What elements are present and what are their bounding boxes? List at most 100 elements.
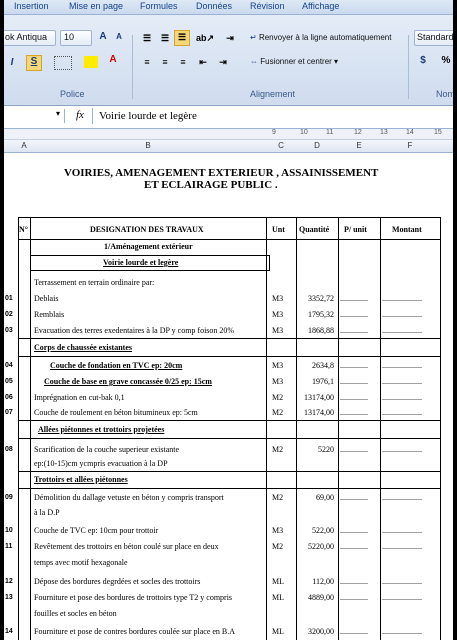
font-size-value: 10 [64, 32, 75, 42]
row-designation: Couche de base en grave concassée 0/25 e… [44, 377, 212, 386]
group-separator [132, 35, 133, 99]
column-header-b[interactable]: B [30, 141, 266, 150]
row-amount: .................... [382, 377, 422, 386]
increase-indent-icon[interactable]: ⇥ [216, 56, 230, 68]
grid-line [266, 217, 267, 640]
grid-line [18, 420, 441, 421]
number-format-select[interactable]: Standard [414, 30, 453, 46]
borders-icon[interactable] [54, 56, 72, 70]
font-size-select[interactable]: 10 [60, 30, 92, 46]
formula-content: Voirie lourde et legère [99, 110, 197, 122]
section-amenagement: 1/Aménagement extérieur [104, 242, 193, 251]
font-name-select[interactable]: ok Antiqua [4, 30, 56, 46]
row-designation: Deblais [34, 294, 59, 303]
row-unit-price: .............. [340, 361, 368, 370]
column-header-c[interactable]: C [266, 141, 296, 150]
align-bottom-icon[interactable]: ☰ [174, 30, 190, 46]
row-quantity: 5220,00 [308, 542, 334, 551]
row-designation: Couche de TVC ep: 10cm pour trottoir [34, 526, 159, 535]
row-number: 13 [5, 594, 13, 601]
percent-button[interactable]: % [440, 55, 452, 67]
group-police-label: Police [60, 89, 85, 99]
row-number: 02 [5, 311, 13, 318]
menu-formules[interactable]: Formules [140, 1, 178, 11]
align-center-icon[interactable]: ≡ [158, 56, 172, 68]
row-amount: .................... [382, 526, 422, 535]
row-unit-price: .............. [340, 408, 368, 417]
column-header-f[interactable]: F [380, 141, 440, 150]
grid-line [18, 488, 441, 489]
grid-line [18, 471, 441, 472]
terrassement-label: Terrassement en terrain ordinaire par: [34, 278, 155, 287]
align-left-icon[interactable]: ≡ [140, 56, 154, 68]
row-unit-price: .............. [340, 493, 368, 502]
row-amount: .................... [382, 627, 422, 636]
currency-icon[interactable]: $ [416, 55, 430, 67]
row-amount: .................... [382, 408, 422, 417]
orientation-icon[interactable]: ab↗ [196, 32, 214, 44]
row-number: 01 [5, 295, 13, 302]
header-designation: DESIGNATION DES TRAVAUX [90, 225, 204, 234]
row-designation: Scarification de la couche superieur exi… [34, 445, 180, 454]
menu-insertion[interactable]: Insertion [14, 1, 49, 11]
align-right-icon[interactable]: ≡ [176, 56, 190, 68]
row-number: 12 [5, 578, 13, 585]
formula-input[interactable]: Voirie lourde et legère [92, 108, 453, 124]
row-amount: .................... [382, 493, 422, 502]
ruler-tick: 15 [434, 129, 442, 136]
column-header-e[interactable]: E [338, 141, 380, 150]
row-unit-price: .............. [340, 526, 368, 535]
font-color-icon[interactable]: A [106, 54, 120, 66]
row-unit: ML [272, 577, 284, 586]
row-unit-price: .............. [340, 294, 368, 303]
grid-line [18, 217, 441, 218]
selected-cell[interactable]: Voirie lourde et legère [30, 255, 270, 271]
menu-mise-en-page[interactable]: Mise en page [69, 1, 123, 11]
row-quantity: 13174,00 [304, 408, 334, 417]
indent-icon[interactable]: ⇥ [222, 32, 238, 44]
name-box-dropdown-icon[interactable]: ▾ [56, 109, 60, 118]
align-top-icon[interactable]: ☰ [140, 32, 154, 44]
row-designation: Fourniture et pose de contres bordures c… [34, 627, 236, 636]
grid-line [18, 438, 441, 439]
row-unit: M3 [272, 310, 284, 319]
row-number: 07 [5, 409, 13, 416]
row-designation-cont: à la D.P [34, 508, 60, 517]
row-amount: .................... [382, 310, 422, 319]
menu-revision[interactable]: Révision [250, 1, 285, 11]
row-unit: M2 [272, 408, 284, 417]
decrease-indent-icon[interactable]: ⇤ [196, 56, 210, 68]
section-trottoirs: Trottoirs et allées piétonnes [34, 475, 128, 484]
row-amount: .................... [382, 542, 422, 551]
menu-donnees[interactable]: Données [196, 1, 232, 11]
doc-title-line2: ET ECLAIRAGE PUBLIC . [144, 179, 278, 191]
row-number: 10 [5, 527, 13, 534]
row-quantity: 1976,1 [312, 377, 334, 386]
align-middle-icon[interactable]: ☰ [158, 32, 172, 44]
row-quantity: 4889,00 [308, 593, 334, 602]
column-header-d[interactable]: D [296, 141, 338, 150]
row-amount: .................... [382, 361, 422, 370]
column-header-a[interactable]: A [18, 141, 30, 150]
row-designation: Démolition du dallage vetuste en béton y… [34, 493, 224, 502]
row-amount: .................... [382, 577, 422, 586]
spreadsheet-grid[interactable]: VOIRIES, AMENAGEMENT EXTERIEUR , ASSAINI… [4, 153, 453, 640]
fill-color-icon[interactable] [84, 56, 98, 68]
underline-button[interactable]: S [26, 55, 42, 71]
italic-button[interactable]: I [6, 57, 18, 69]
fx-icon[interactable]: fx [76, 109, 84, 121]
grow-font-icon[interactable]: A [96, 31, 110, 43]
wrap-text-button[interactable]: ↵ Renvoyer à la ligne automatiquement [250, 33, 391, 42]
grid-line [380, 217, 381, 640]
header-unit: Unt [272, 225, 285, 234]
name-box[interactable]: ▾ [4, 109, 65, 123]
merge-center-button[interactable]: ⇔ Fusionner et centrer ▾ [250, 57, 338, 66]
ruler-tick: 12 [354, 129, 362, 136]
row-number: 11 [5, 543, 13, 550]
menu-affichage[interactable]: Affichage [302, 1, 339, 11]
shrink-font-icon[interactable]: A [112, 31, 126, 43]
section-corps-chaussee: Corps de chaussée existantes [34, 343, 132, 352]
section-allees: Allées piétonnes et trottoirs projetées [38, 425, 165, 434]
row-number: 14 [5, 628, 13, 635]
font-name-value: ok Antiqua [5, 32, 48, 42]
